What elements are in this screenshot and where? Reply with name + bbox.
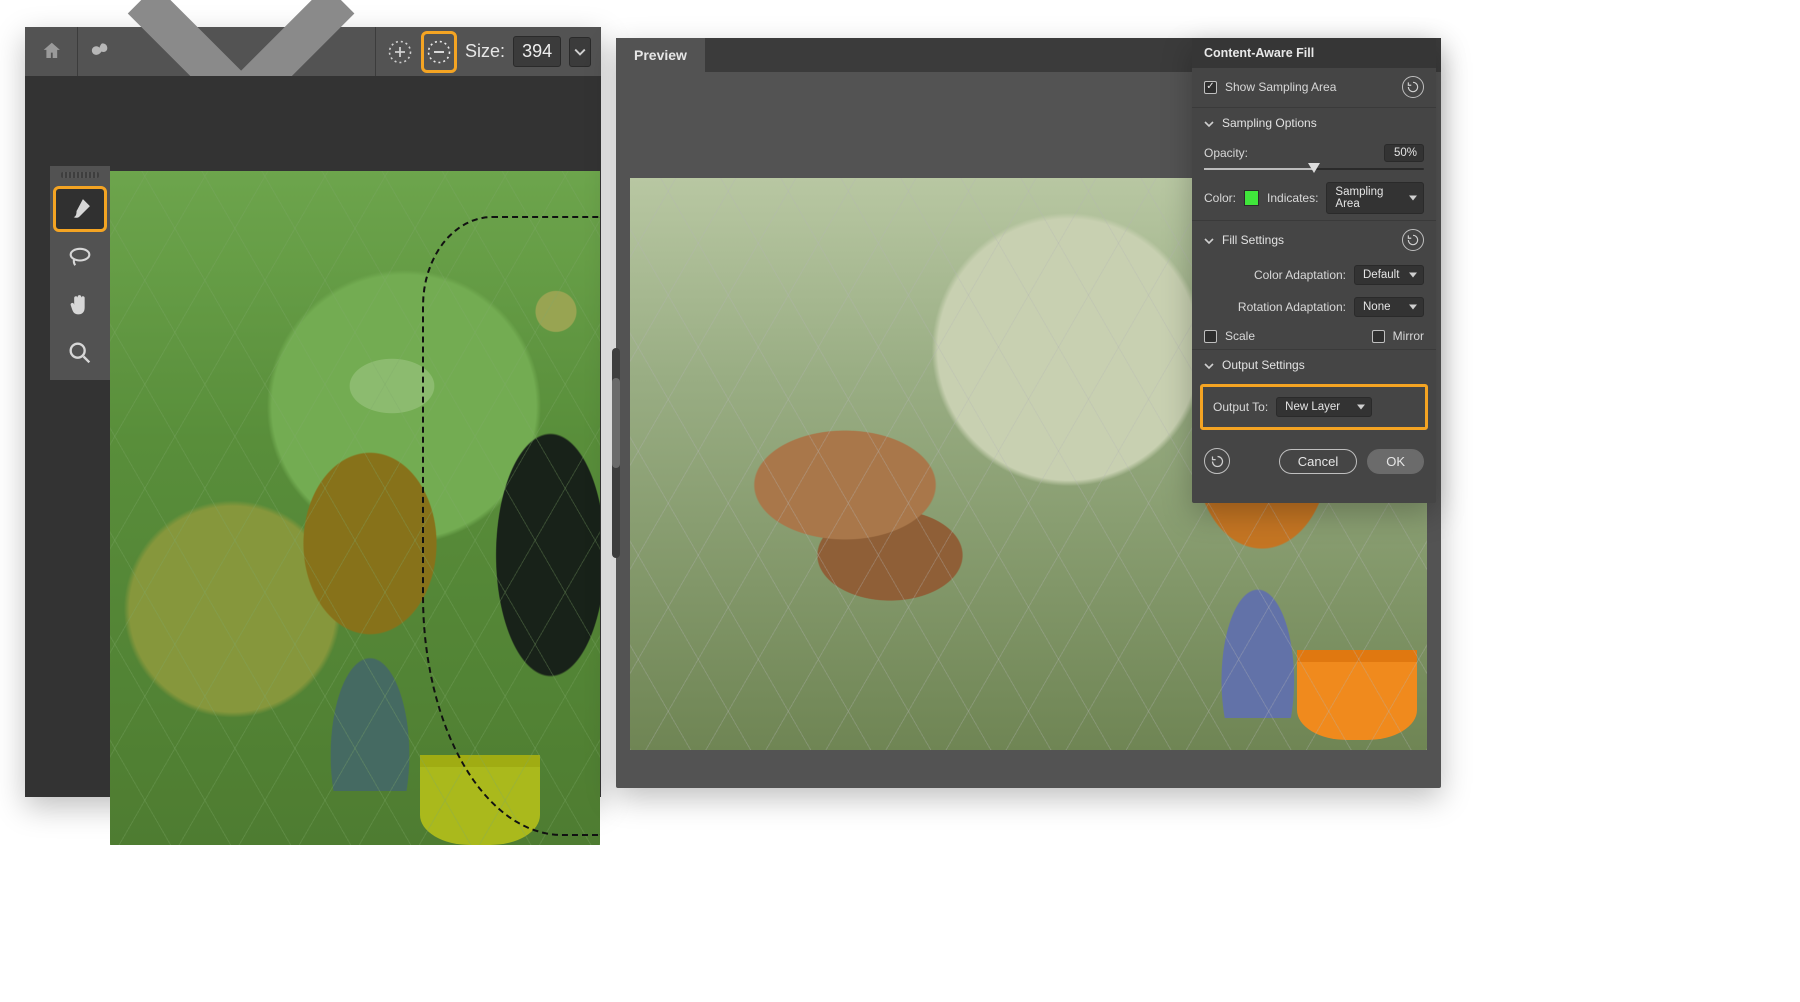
panel-title: Content-Aware Fill bbox=[1192, 38, 1436, 68]
fill-settings-section: Fill Settings Color Adaptation: Default … bbox=[1192, 220, 1436, 349]
home-icon[interactable] bbox=[41, 40, 63, 64]
brush-size-field[interactable]: 394 bbox=[513, 36, 561, 67]
opacity-label: Opacity: bbox=[1204, 146, 1248, 160]
scrollbar-thumb[interactable] bbox=[612, 378, 620, 468]
color-indicates-row: Color: Indicates: Sampling Area bbox=[1192, 176, 1436, 220]
ok-button[interactable]: OK bbox=[1367, 449, 1424, 474]
color-adaptation-row: Color Adaptation: Default bbox=[1192, 259, 1436, 291]
output-to-label: Output To: bbox=[1213, 400, 1268, 414]
brush-icon bbox=[66, 195, 94, 223]
show-sampling-row: Show Sampling Area bbox=[1192, 68, 1436, 107]
mirror-checkbox[interactable] bbox=[1372, 330, 1385, 343]
hand-icon bbox=[66, 291, 94, 319]
show-sampling-label: Show Sampling Area bbox=[1225, 80, 1336, 94]
output-to-row: Output To: New Layer bbox=[1200, 384, 1428, 430]
reset-all-icon[interactable] bbox=[1204, 448, 1230, 474]
orange-bucket bbox=[1297, 650, 1417, 740]
mirror-label: Mirror bbox=[1393, 329, 1424, 343]
lasso-tool[interactable] bbox=[55, 236, 105, 278]
output-to-select[interactable]: New Layer bbox=[1276, 397, 1372, 417]
tab-preview-label: Preview bbox=[634, 47, 687, 63]
source-canvas[interactable] bbox=[110, 171, 600, 845]
toolbar-grip[interactable] bbox=[61, 172, 99, 178]
rotation-adaptation-select[interactable]: None bbox=[1354, 297, 1424, 317]
opacity-field[interactable]: 50% bbox=[1384, 144, 1424, 162]
rotation-adaptation-row: Rotation Adaptation: None bbox=[1192, 291, 1436, 323]
subtract-from-sample-button[interactable] bbox=[423, 33, 455, 71]
tab-preview[interactable]: Preview bbox=[616, 38, 705, 72]
brush-icon bbox=[88, 38, 111, 66]
brush-preset-picker[interactable] bbox=[77, 27, 376, 76]
content-aware-fill-panel: Content-Aware Fill Show Sampling Area Sa… bbox=[1192, 38, 1436, 503]
show-sampling-checkbox[interactable] bbox=[1204, 81, 1217, 94]
tool-column bbox=[50, 166, 110, 380]
output-settings-section: Output Settings Output To: New Layer bbox=[1192, 349, 1436, 430]
zoom-tool[interactable] bbox=[55, 332, 105, 374]
sampling-options-header[interactable]: Sampling Options bbox=[1192, 107, 1436, 138]
scale-checkbox[interactable] bbox=[1204, 330, 1217, 343]
color-swatch[interactable] bbox=[1244, 190, 1259, 206]
panel-footer: Cancel OK bbox=[1192, 434, 1436, 488]
cancel-button[interactable]: Cancel bbox=[1279, 449, 1357, 474]
slider-thumb[interactable] bbox=[1308, 163, 1320, 173]
reset-fill-icon[interactable] bbox=[1402, 229, 1424, 251]
color-adaptation-select[interactable]: Default bbox=[1354, 265, 1424, 285]
chevron-down-icon bbox=[574, 46, 586, 58]
magnifier-icon bbox=[66, 339, 94, 367]
fill-settings-label: Fill Settings bbox=[1222, 233, 1284, 247]
opacity-slider-row bbox=[1192, 168, 1436, 176]
reset-sampling-icon[interactable] bbox=[1402, 76, 1424, 98]
output-settings-label: Output Settings bbox=[1222, 358, 1305, 372]
hand-tool[interactable] bbox=[55, 284, 105, 326]
scale-mirror-row: Scale Mirror bbox=[1192, 323, 1436, 349]
brush-size-label: Size: bbox=[465, 41, 505, 62]
editor-left-window: Size: 394 bbox=[25, 27, 601, 797]
sampling-brush-tool[interactable] bbox=[55, 188, 105, 230]
scale-label: Scale bbox=[1225, 329, 1255, 343]
color-label: Color: bbox=[1204, 191, 1236, 205]
sampling-options-section: Sampling Options Opacity: 50% Color: Ind… bbox=[1192, 107, 1436, 220]
chevron-down-icon bbox=[1204, 118, 1214, 128]
options-bar: Size: 394 bbox=[25, 27, 601, 76]
lasso-icon bbox=[66, 243, 94, 271]
color-adaptation-label: Color Adaptation: bbox=[1204, 268, 1346, 282]
rotation-adaptation-label: Rotation Adaptation: bbox=[1204, 300, 1346, 314]
indicates-select[interactable]: Sampling Area bbox=[1326, 182, 1424, 214]
output-settings-header[interactable]: Output Settings bbox=[1192, 349, 1436, 380]
chevron-down-icon bbox=[1204, 360, 1214, 370]
fill-settings-header[interactable]: Fill Settings bbox=[1192, 220, 1436, 259]
indicates-label: Indicates: bbox=[1267, 191, 1318, 205]
left-workspace bbox=[25, 76, 601, 797]
add-to-sample-button[interactable] bbox=[384, 33, 416, 71]
brush-size-dropdown[interactable] bbox=[569, 37, 591, 67]
opacity-slider[interactable] bbox=[1204, 168, 1424, 170]
chevron-down-icon bbox=[1204, 235, 1214, 245]
sampling-options-label: Sampling Options bbox=[1222, 116, 1317, 130]
